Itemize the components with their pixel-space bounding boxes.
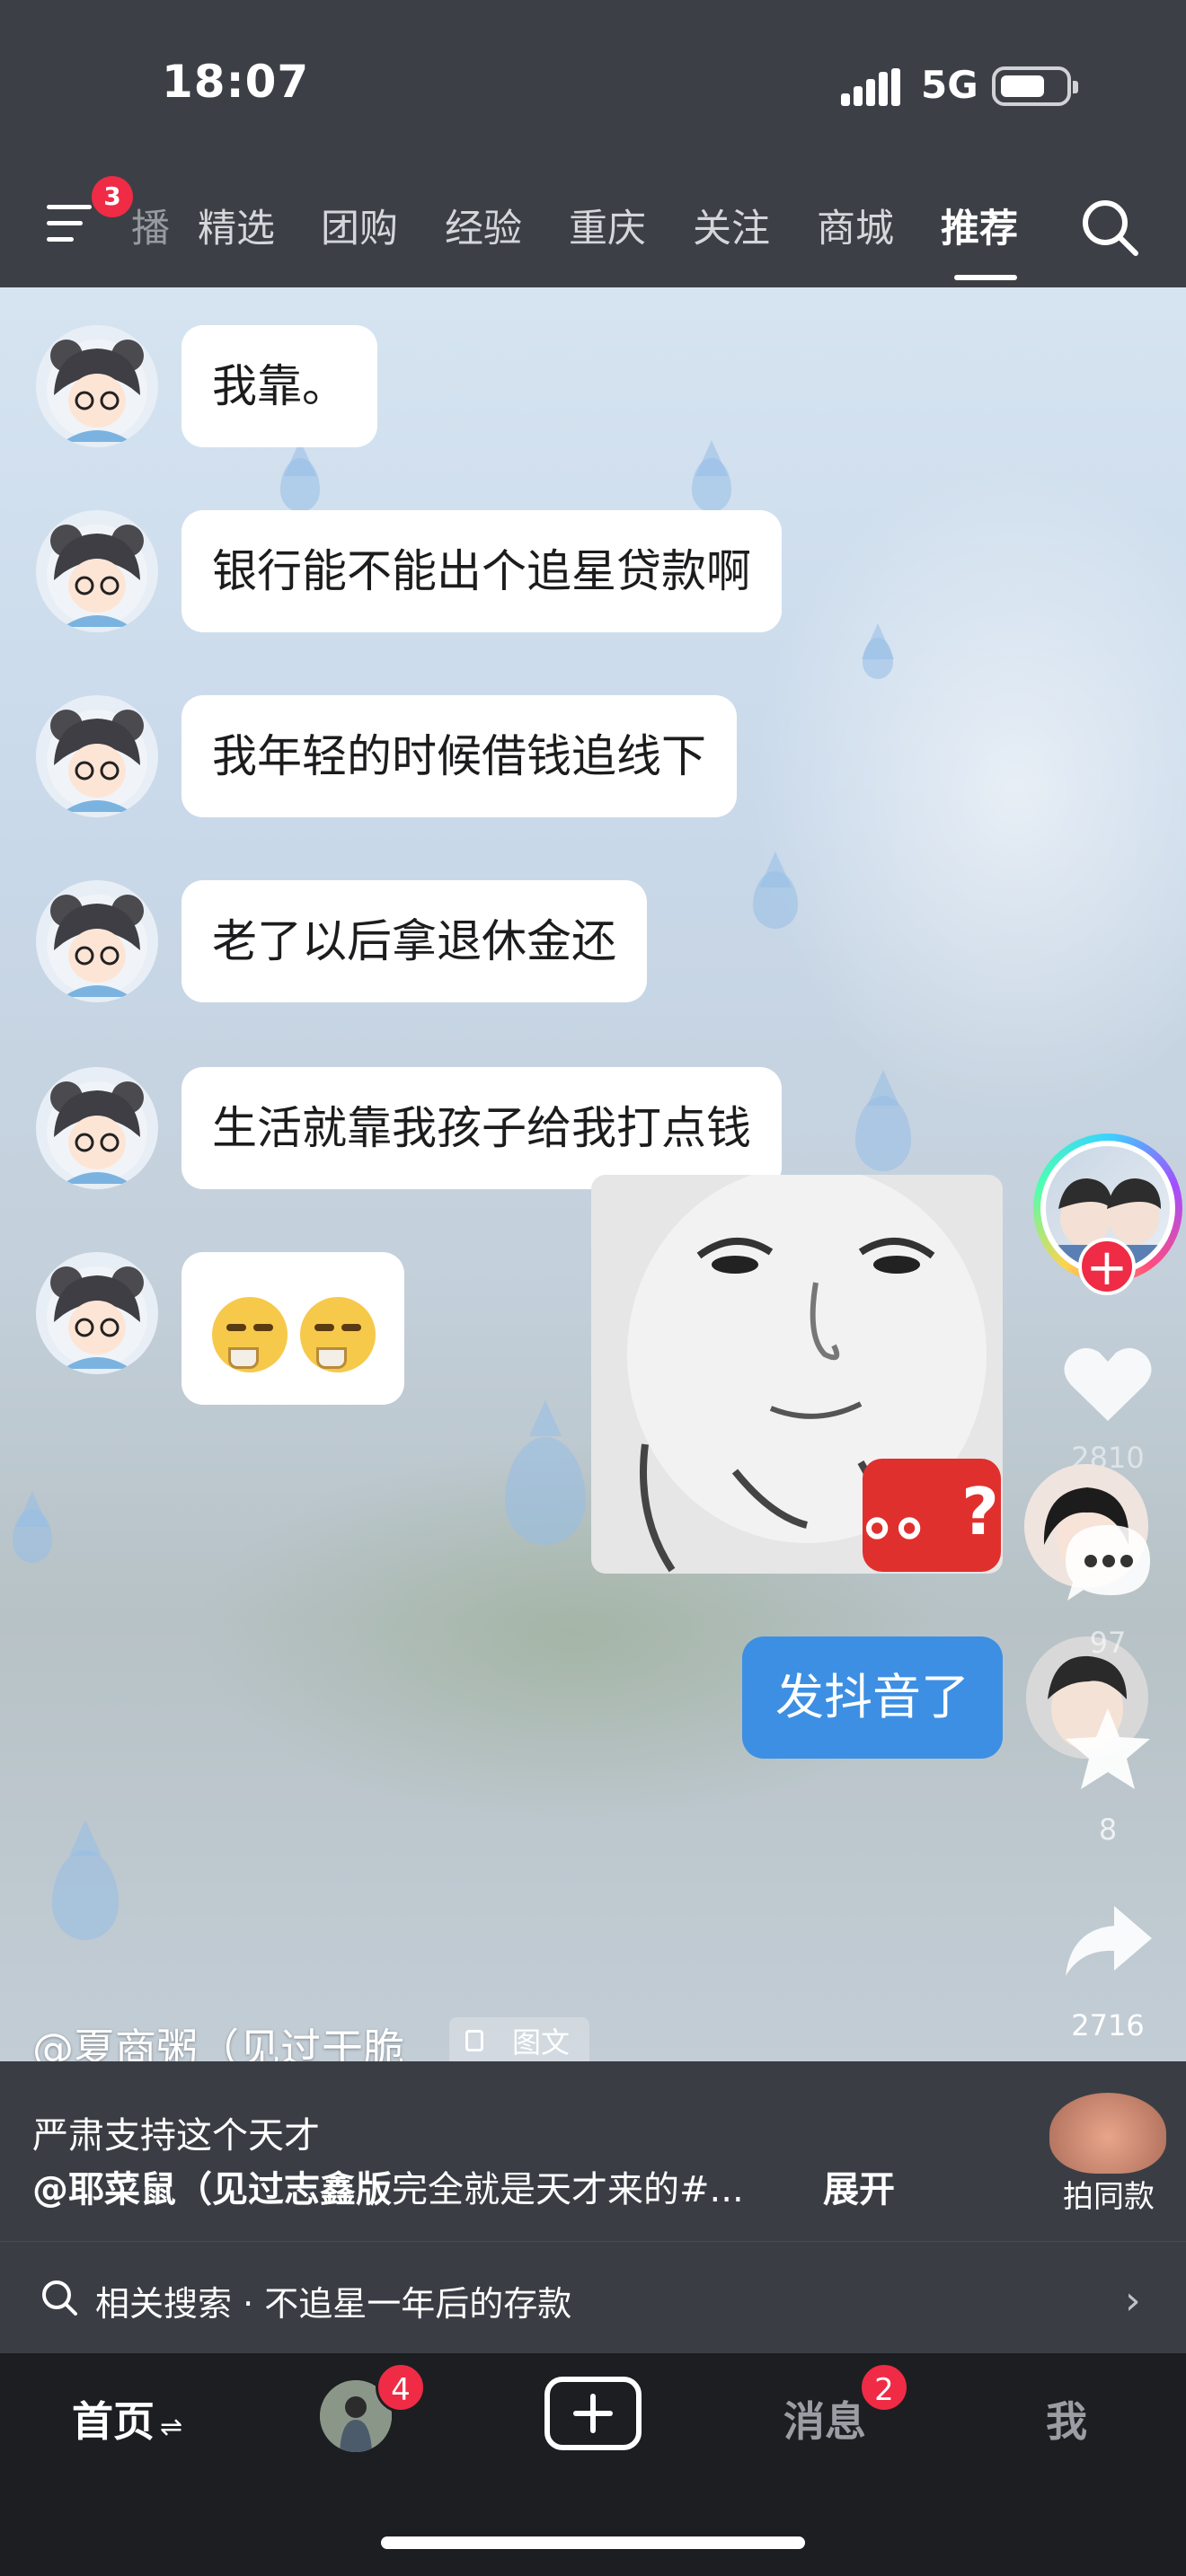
tab-recommended[interactable]: 推荐 [941,198,1018,253]
share-arrow-icon[interactable] [1058,1897,1157,1987]
chevron-right-icon: › [1125,2278,1141,2324]
image-post-icon [465,2030,483,2051]
raindrop-decoration [13,1509,52,1563]
related-search-text: 相关搜索 · 不追星一年后的存款 [95,2284,572,2324]
chat-bubble: 生活就靠我孩子给我打点钱 [181,1067,782,1189]
expand-link[interactable]: 展开 [823,2160,895,2212]
comment-count: 97 [1089,1626,1127,1660]
tab-experience[interactable]: 经验 [445,198,522,253]
follow-button[interactable]: + [1078,1238,1136,1295]
avatar [36,1252,158,1374]
status-time: 18:07 [162,56,310,108]
question-sticker-badge: 。。? [863,1459,1001,1572]
network-label: 5G [921,63,978,107]
tea-emoji-icon [300,1297,376,1372]
avatar [36,695,158,817]
menu-icon[interactable] [47,205,92,244]
avatar [36,325,158,447]
related-search-bar[interactable]: 相关搜索 · 不追星一年后的存款 › [0,2241,1186,2354]
raindrop-decoration [280,458,320,512]
chat-bubble: 我年轻的时候借钱追线下 [181,695,737,817]
tea-emoji-icon [212,1297,288,1372]
nav-home-label: 首页 [72,2397,155,2446]
raindrop-decoration [505,1437,586,1545]
friends-badge: 4 [376,2362,426,2413]
post-type-label: 图文 [512,2025,571,2060]
favorite-count: 8 [1098,1813,1118,1847]
tab-mall[interactable]: 商城 [817,198,894,253]
emoji-bubble [181,1252,404,1405]
switch-arrows-icon: ⇌ [160,2412,183,2443]
favorite-star-icon[interactable] [1058,1703,1157,1793]
raindrop-decoration [52,1850,119,1940]
avatar [36,880,158,1002]
chat-bubble: 银行能不能出个追星贷款啊 [181,510,782,632]
messages-badge: 2 [859,2362,909,2413]
battery-icon [992,66,1078,106]
comment-icon[interactable] [1058,1518,1157,1608]
chat-bubble: 老了以后拿退休金还 [181,880,647,1002]
avatar [36,1067,158,1189]
shoot-same-label: 拍同款 [1063,2179,1155,2215]
shoot-same-button[interactable]: 拍同款 [1046,2093,1172,2219]
home-indicator [381,2536,805,2549]
reply-bubble: 发抖音了 [742,1636,1003,1759]
nav-me[interactable]: 我 [1046,2389,1087,2448]
raindrop-decoration [692,458,731,512]
caption-text: 完全就是天才来的#... [392,2169,744,2210]
active-tab-indicator [954,275,1017,280]
signal-icon [841,68,900,106]
tab-live[interactable]: 播 [131,198,170,253]
nav-home[interactable]: 首页 ⇌ [72,2389,182,2448]
raindrop-decoration [855,1096,911,1171]
search-icon[interactable] [1078,196,1141,259]
tab-group-buy[interactable]: 团购 [321,198,398,253]
raindrop-decoration [863,638,893,679]
like-icon[interactable] [1058,1338,1157,1428]
caption-line: 严肃支持这个天才 [32,2115,320,2157]
share-count: 2716 [1071,2008,1145,2042]
post-type-chip: 图文 [449,2017,589,2068]
raindrop-decoration [753,871,798,929]
tab-chongqing[interactable]: 重庆 [569,198,646,253]
caption-line: @耶菜鼠（见过志鑫版完全就是天才来的#... [32,2160,744,2212]
chat-bubble: 我靠。 [181,325,377,447]
top-bar: 18:07 5G 3 播 精选 团购 经验 重庆 关注 商城 推荐 [0,0,1186,287]
caption-mention[interactable]: @耶菜鼠（见过志鑫版 [32,2169,392,2210]
menu-badge: 3 [92,176,133,217]
search-icon [42,2280,77,2316]
tab-featured[interactable]: 精选 [198,198,275,253]
create-post-button[interactable] [544,2377,642,2450]
nav-messages[interactable]: 消息 [783,2389,866,2448]
same-style-thumbnail [1049,2093,1166,2174]
tab-following[interactable]: 关注 [693,198,770,253]
avatar [36,510,158,632]
